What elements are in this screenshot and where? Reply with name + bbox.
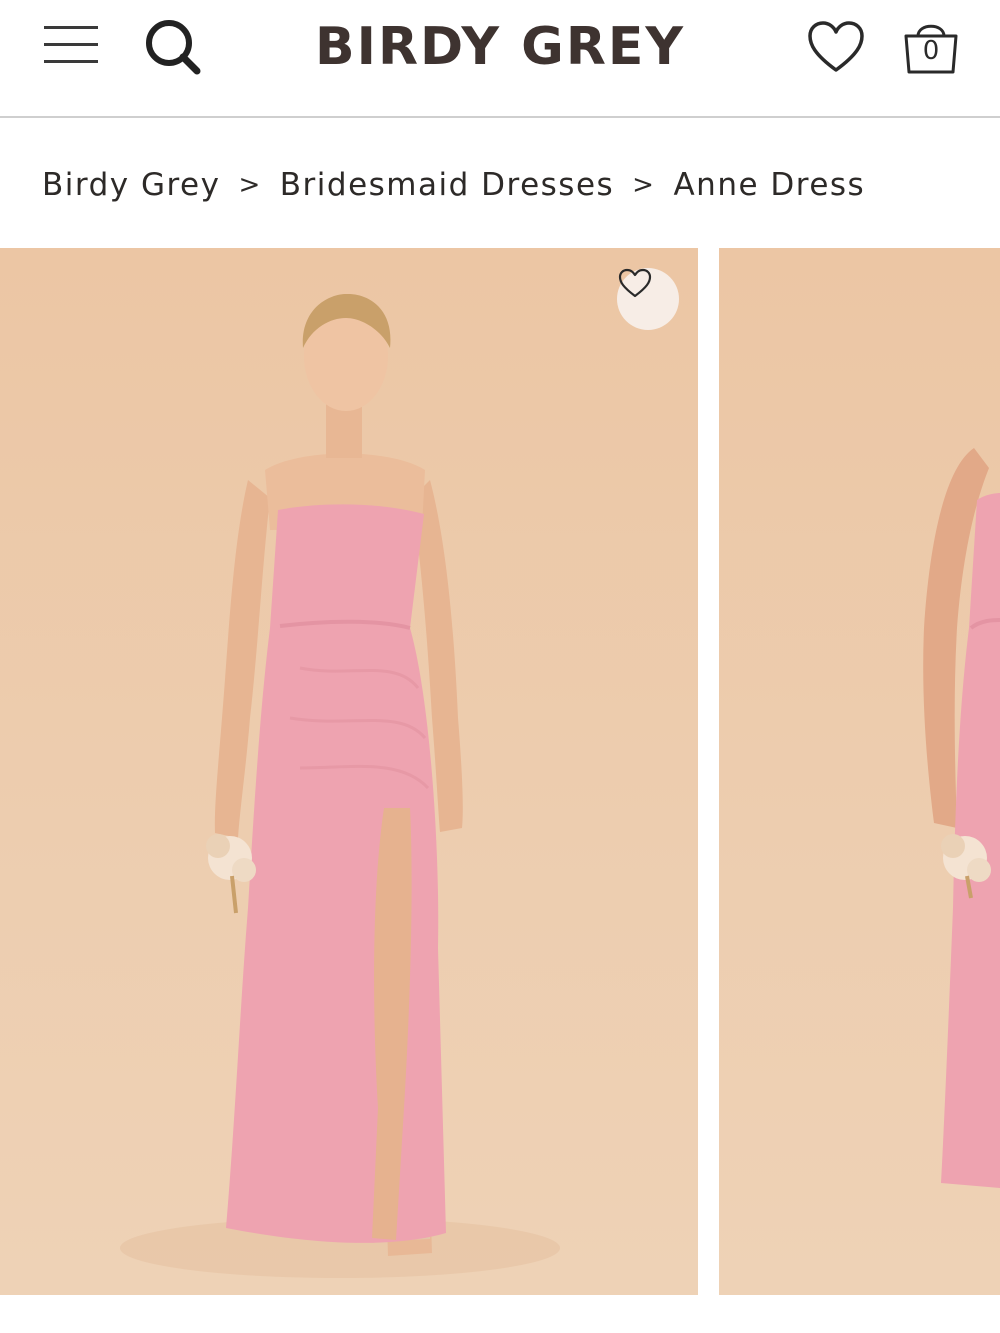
breadcrumb-separator: > (632, 170, 656, 200)
site-header: BIRDY GREY 0 (0, 0, 1000, 118)
product-image-gallery[interactable] (0, 248, 1000, 1295)
favorite-heart-icon[interactable] (617, 268, 679, 330)
product-image-front[interactable] (0, 248, 698, 1295)
hamburger-menu-icon[interactable] (40, 22, 102, 68)
search-icon[interactable] (140, 14, 206, 80)
wishlist-heart-icon[interactable] (804, 18, 868, 78)
breadcrumb-home-link[interactable]: Birdy Grey (42, 167, 220, 203)
product-image-side[interactable] (719, 248, 1000, 1295)
breadcrumb-category-link[interactable]: Bridesmaid Dresses (280, 167, 614, 203)
breadcrumb-current-page: Anne Dress (673, 167, 866, 203)
shopping-bag-icon[interactable]: 0 (898, 14, 964, 80)
brand-logo[interactable]: BIRDY GREY (250, 12, 750, 82)
breadcrumb-separator: > (238, 170, 262, 200)
breadcrumb: Birdy Grey > Bridesmaid Dresses > Anne D… (42, 160, 865, 210)
bag-item-count: 0 (922, 36, 940, 66)
